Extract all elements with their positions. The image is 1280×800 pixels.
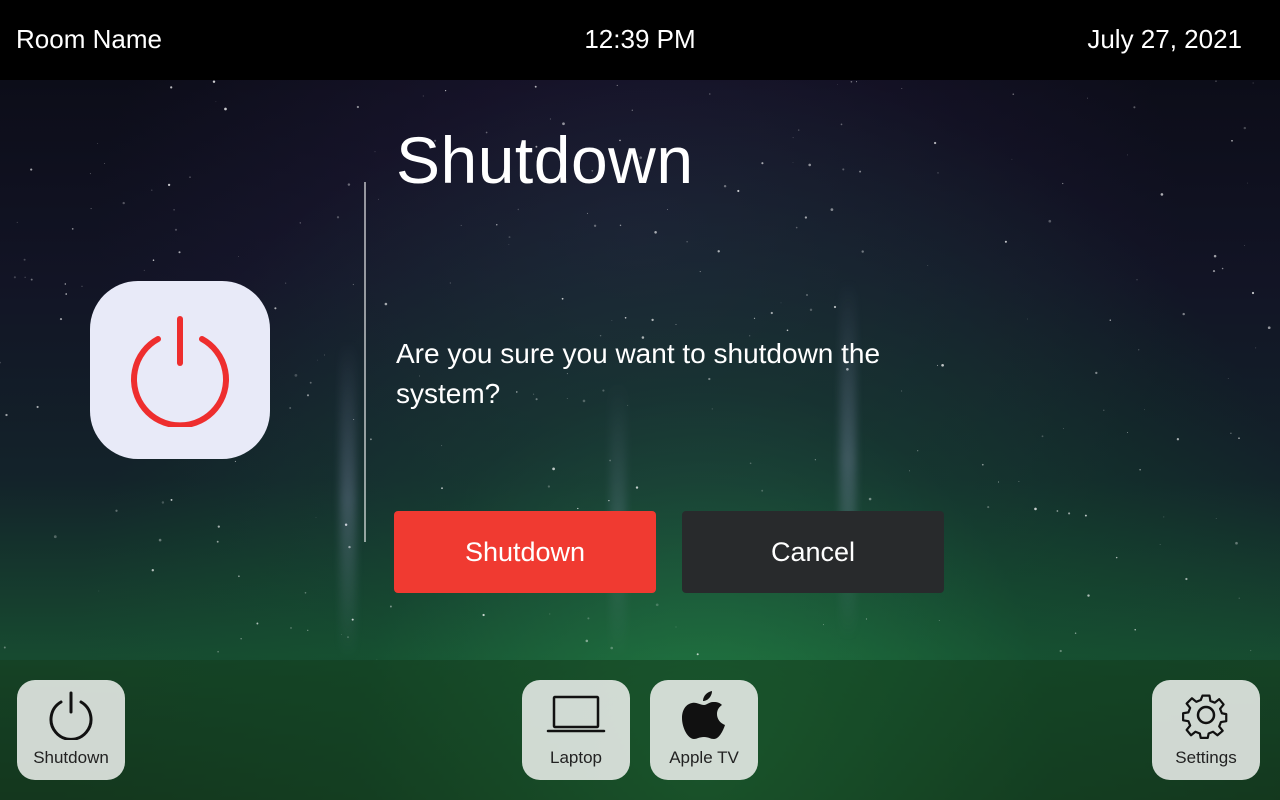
top-status-bar: Room Name 12:39 PM July 27, 2021: [0, 0, 1280, 80]
nav-laptop-button[interactable]: Laptop: [522, 680, 630, 780]
nav-laptop-label: Laptop: [550, 748, 602, 767]
dialog-title: Shutdown: [396, 123, 694, 197]
gear-icon: [1182, 694, 1228, 739]
laptop-icon: [546, 695, 606, 733]
bottom-nav-bar: [0, 660, 1280, 800]
power-icon: [49, 691, 93, 740]
apple-icon: [682, 691, 725, 739]
nav-settings-button[interactable]: Settings: [1152, 680, 1260, 780]
dialog-message: Are you sure you want to shutdown the sy…: [396, 338, 881, 409]
power-icon: [131, 316, 229, 427]
nav-shutdown-label: Shutdown: [33, 748, 109, 767]
confirm-shutdown-button[interactable]: Shutdown: [394, 511, 656, 593]
cancel-button[interactable]: Cancel: [682, 511, 944, 593]
vertical-divider: [364, 182, 366, 542]
nav-apple-tv-button[interactable]: Apple TV: [650, 680, 758, 780]
nav-shutdown-button[interactable]: Shutdown: [17, 680, 125, 780]
nav-settings-label: Settings: [1175, 748, 1237, 767]
nav-apple-tv-label: Apple TV: [669, 748, 739, 767]
power-icon-tile: [90, 281, 270, 459]
date: July 27, 2021: [1087, 24, 1242, 54]
